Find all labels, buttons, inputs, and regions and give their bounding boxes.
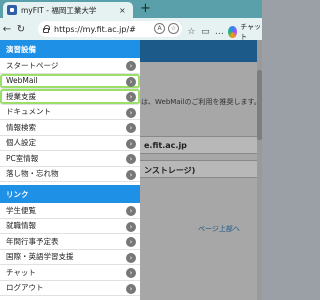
menu-item-label: 授業支援 xyxy=(6,91,36,101)
copilot-icon[interactable] xyxy=(227,26,238,38)
browser-toolbar: ← ↻ https://my.fit.ac.jp/# A ☆ ☆ ▭ … チャッ… xyxy=(0,18,262,42)
chevron-right-icon: › xyxy=(126,221,136,232)
chevron-right-icon: › xyxy=(126,252,136,263)
menu-item-class-support[interactable]: 授業支援 › xyxy=(0,89,140,105)
menu-item-label: 落し物・忘れ物 xyxy=(6,169,59,179)
menu-item-lost-and-found[interactable]: 落し物・忘れ物 › xyxy=(0,167,140,182)
notice-text: は、WebMailのご利用を推奨します。 xyxy=(141,98,261,106)
menu-item-international-english[interactable]: 国際・英語学習支援 › xyxy=(0,250,140,265)
menu-item-label: WebMail xyxy=(6,76,38,86)
tab-bar: myFIT - 福岡工業大学 × + xyxy=(0,0,262,18)
menu-item-label: 情報検索 xyxy=(6,122,36,132)
chevron-right-icon: › xyxy=(126,61,136,71)
chevron-right-icon: › xyxy=(126,206,136,216)
menu-item-pc-room-info[interactable]: PC室情報 › xyxy=(0,151,140,167)
menu-item-student-handbook[interactable]: 学生便覧 › xyxy=(0,203,140,219)
page-scrollbar[interactable] xyxy=(257,40,262,300)
chevron-right-icon: › xyxy=(126,76,136,87)
tab-title: myFIT - 福岡工業大学 xyxy=(21,5,97,15)
refresh-icon[interactable]: ↻ xyxy=(14,24,28,35)
menu-item-label: PC室情報 xyxy=(6,153,39,163)
menu-item-label: スタートページ xyxy=(6,60,59,70)
browser-tab[interactable]: myFIT - 福岡工業大学 × xyxy=(3,2,133,18)
menu-item-label: チャット xyxy=(6,267,36,277)
site-favicon-icon xyxy=(7,5,17,15)
favorites-icon[interactable]: ☆ xyxy=(186,25,197,39)
address-bar[interactable]: https://my.fit.ac.jp/# A ☆ xyxy=(38,21,182,37)
storage-box: ンストレージ) xyxy=(139,160,259,178)
chevron-right-icon: › xyxy=(126,92,136,102)
back-icon[interactable]: ← xyxy=(0,24,14,35)
chevron-right-icon: › xyxy=(126,268,136,278)
chevron-right-icon: › xyxy=(126,107,136,118)
menu-item-logout[interactable]: ログアウト › xyxy=(0,281,140,296)
chevron-right-icon: › xyxy=(126,169,136,180)
menu-item-label: 個人設定 xyxy=(6,138,36,148)
menu-item-documents[interactable]: ドキュメント › xyxy=(0,105,140,120)
chevron-right-icon: › xyxy=(126,237,136,247)
chevron-right-icon: › xyxy=(126,138,136,149)
menu-item-chat[interactable]: チャット › xyxy=(0,265,140,281)
menu-section-header: 演習設備 xyxy=(0,40,140,58)
menu-section-header: リンク xyxy=(0,185,140,203)
menu-item-info-search[interactable]: 情報検索 › xyxy=(0,120,140,136)
menu-item-label: 国際・英語学習支援 xyxy=(6,252,74,262)
chevron-right-icon: › xyxy=(126,123,136,133)
side-menu: 演習設備 スタートページ › WebMail › 授業支援 › ドキュメント › 情報検… xyxy=(0,40,140,300)
menu-item-label: 就職情報 xyxy=(6,221,36,231)
menu-item-personal-settings[interactable]: 個人設定 › xyxy=(0,136,140,151)
scroll-thumb[interactable] xyxy=(257,70,262,140)
menu-item-label: 年間行事予定表 xyxy=(6,236,59,246)
more-icon[interactable]: … xyxy=(214,25,225,39)
page-top-link[interactable]: ページ上部へ xyxy=(198,224,240,234)
menu-item-label: 学生便覧 xyxy=(6,205,36,215)
lock-icon xyxy=(43,24,50,33)
close-tab-icon[interactable]: × xyxy=(119,6,126,15)
menu-item-label: ドキュメント xyxy=(6,107,51,117)
menu-item-start-page[interactable]: スタートページ › xyxy=(0,58,140,74)
chevron-right-icon: › xyxy=(126,283,136,294)
chat-label[interactable]: チャット xyxy=(240,22,262,42)
menu-item-label: ログアウト xyxy=(6,283,44,293)
new-tab-button[interactable]: + xyxy=(140,1,151,16)
chevron-right-icon: › xyxy=(126,154,136,164)
menu-item-webmail[interactable]: WebMail › xyxy=(0,74,140,89)
read-aloud-icon[interactable]: A xyxy=(154,23,165,34)
url-text: https://my.fit.ac.jp/# xyxy=(54,24,136,34)
menu-item-career-info[interactable]: 就職情報 › xyxy=(0,219,140,234)
favorite-star-icon[interactable]: ☆ xyxy=(168,23,179,34)
menu-item-annual-schedule[interactable]: 年間行事予定表 › xyxy=(0,234,140,250)
server-box: e.fit.ac.jp xyxy=(139,136,259,154)
tab-actions-icon[interactable]: ▭ xyxy=(200,25,211,39)
